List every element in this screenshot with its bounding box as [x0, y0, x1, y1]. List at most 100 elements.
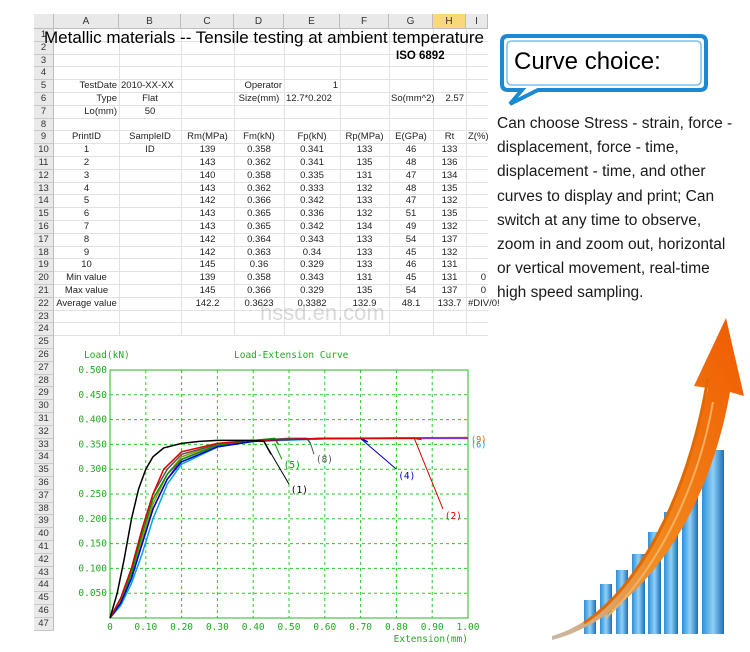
row-header-15[interactable]: 15: [34, 208, 54, 221]
row-header-13[interactable]: 13: [34, 182, 54, 196]
row-header-46[interactable]: 46: [34, 605, 54, 618]
row-header-36[interactable]: 36: [34, 477, 54, 490]
row-header-9[interactable]: 9: [34, 131, 54, 145]
table-cell: 133: [356, 195, 373, 207]
row-header-45[interactable]: 45: [34, 592, 54, 605]
row-header-3[interactable]: 3: [34, 54, 54, 68]
load-extension-chart[interactable]: 0.5000.4500.4000.3500.3000.2500.2000.150…: [54, 346, 488, 645]
row-header-10[interactable]: 10: [34, 144, 54, 157]
row-header-24[interactable]: 24: [34, 323, 54, 337]
table-cell: Max value: [64, 285, 109, 296]
testdate-value: 2010-XX-XX: [121, 80, 174, 92]
row-header-11[interactable]: 11: [34, 157, 54, 170]
row-header-5[interactable]: 5: [34, 80, 54, 93]
table-cell: 46: [405, 259, 417, 271]
row-header-27[interactable]: 27: [34, 361, 54, 375]
table-cell: 0.341: [300, 157, 324, 168]
table-cell: 145: [199, 285, 216, 296]
table-cell: 1: [83, 144, 90, 156]
column-header-h[interactable]: H: [433, 14, 466, 29]
row-header-25[interactable]: 25: [34, 336, 54, 349]
row-header-34[interactable]: 34: [34, 451, 54, 465]
y-tick-label: 0.400: [78, 415, 107, 426]
table-cell: 0.342: [300, 195, 324, 207]
select-all-corner[interactable]: [34, 14, 54, 29]
row-header-35[interactable]: 35: [34, 464, 54, 477]
row-header-20[interactable]: 20: [34, 272, 54, 285]
row-header-42[interactable]: 42: [34, 553, 54, 567]
column-header-e[interactable]: E: [284, 14, 340, 29]
row-header-31[interactable]: 31: [34, 413, 54, 426]
spreadsheet[interactable]: A B C D E F G H I 1 2 3 4 5 6 7 8 9 10 11 12 13 14 15 16 17 18 19 20…: [34, 14, 500, 645]
row-header-44[interactable]: 44: [34, 579, 54, 593]
row-header-26[interactable]: 26: [34, 349, 54, 362]
row-header-28[interactable]: 28: [34, 374, 54, 388]
row-header-6[interactable]: 6: [34, 93, 54, 106]
operator-value: 1: [332, 80, 338, 92]
series-label: (5): [284, 460, 301, 471]
column-header-d[interactable]: D: [234, 14, 284, 29]
row-header-7[interactable]: 7: [34, 105, 54, 119]
table-cell: 142: [199, 195, 216, 207]
table-cell: 0.336: [300, 208, 324, 220]
row-header-33[interactable]: 33: [34, 438, 54, 452]
row-header-17[interactable]: 17: [34, 233, 54, 247]
column-header-g[interactable]: G: [389, 14, 433, 29]
chart-title: Load-Extension Curve: [234, 350, 349, 361]
row-header-23[interactable]: 23: [34, 310, 54, 324]
table-cell: 137: [441, 233, 458, 245]
y-tick-label: 0.450: [78, 390, 107, 401]
table-cell: 134: [441, 169, 458, 181]
row-header-22[interactable]: 22: [34, 297, 54, 311]
row-header-37[interactable]: 37: [34, 489, 54, 503]
column-header-b[interactable]: B: [119, 14, 181, 29]
table-cell: 143: [199, 157, 216, 168]
row-header-18[interactable]: 18: [34, 246, 54, 260]
y-tick-label: 0.050: [78, 588, 107, 599]
table-cell: 46: [405, 144, 417, 156]
series-label: (8): [316, 454, 333, 465]
gridline: [389, 29, 390, 337]
table-cell: 0.362: [247, 157, 271, 168]
row-header-21[interactable]: 21: [34, 285, 54, 298]
table-cell: 140: [199, 169, 216, 181]
row-header-19[interactable]: 19: [34, 259, 54, 273]
row-header-4[interactable]: 4: [34, 67, 54, 81]
table-cell: 131: [356, 272, 373, 284]
table-cell: 0.342: [300, 221, 324, 232]
row-header-8[interactable]: 8: [34, 118, 54, 132]
column-header-f[interactable]: F: [340, 14, 389, 29]
gridline: [466, 29, 467, 337]
table-header: Rt: [444, 131, 455, 143]
table-cell: 0: [480, 285, 486, 296]
testdate-label: TestDate: [79, 80, 118, 92]
row-header-43[interactable]: 43: [34, 566, 54, 580]
table-cell: 143: [199, 221, 216, 232]
lo-value: 50: [144, 105, 156, 117]
row-header-16[interactable]: 16: [34, 221, 54, 234]
table-cell: 136: [441, 157, 458, 168]
row-header-47[interactable]: 47: [34, 617, 54, 631]
row-header-30[interactable]: 30: [34, 400, 54, 413]
column-header-i[interactable]: I: [466, 14, 488, 29]
lo-label: Lo(mm): [84, 105, 117, 117]
chart-area: 0.500 0.450 0.400 0.350 0.300 0.250 0.200 0.150…: [54, 346, 488, 645]
row-header-14[interactable]: 14: [34, 195, 54, 209]
table-cell: 142.2: [195, 297, 220, 309]
y-tick-label: 0.100: [78, 563, 107, 574]
row-header-40[interactable]: 40: [34, 528, 54, 541]
column-header-a[interactable]: A: [54, 14, 119, 29]
series-label: (4): [398, 471, 415, 482]
row-header-32[interactable]: 32: [34, 425, 54, 439]
row-header-12[interactable]: 12: [34, 169, 54, 183]
row-header-41[interactable]: 41: [34, 541, 54, 554]
row-header-38[interactable]: 38: [34, 502, 54, 516]
row-header-29[interactable]: 29: [34, 387, 54, 401]
row-header-39[interactable]: 39: [34, 515, 54, 529]
table-cell: 142: [199, 233, 216, 245]
column-header-c[interactable]: C: [181, 14, 234, 29]
table-cell: 135: [356, 157, 373, 168]
x-tick-label: 0.10: [134, 622, 157, 633]
table-cell: 132: [441, 221, 458, 232]
table-cell: 135: [441, 208, 458, 220]
